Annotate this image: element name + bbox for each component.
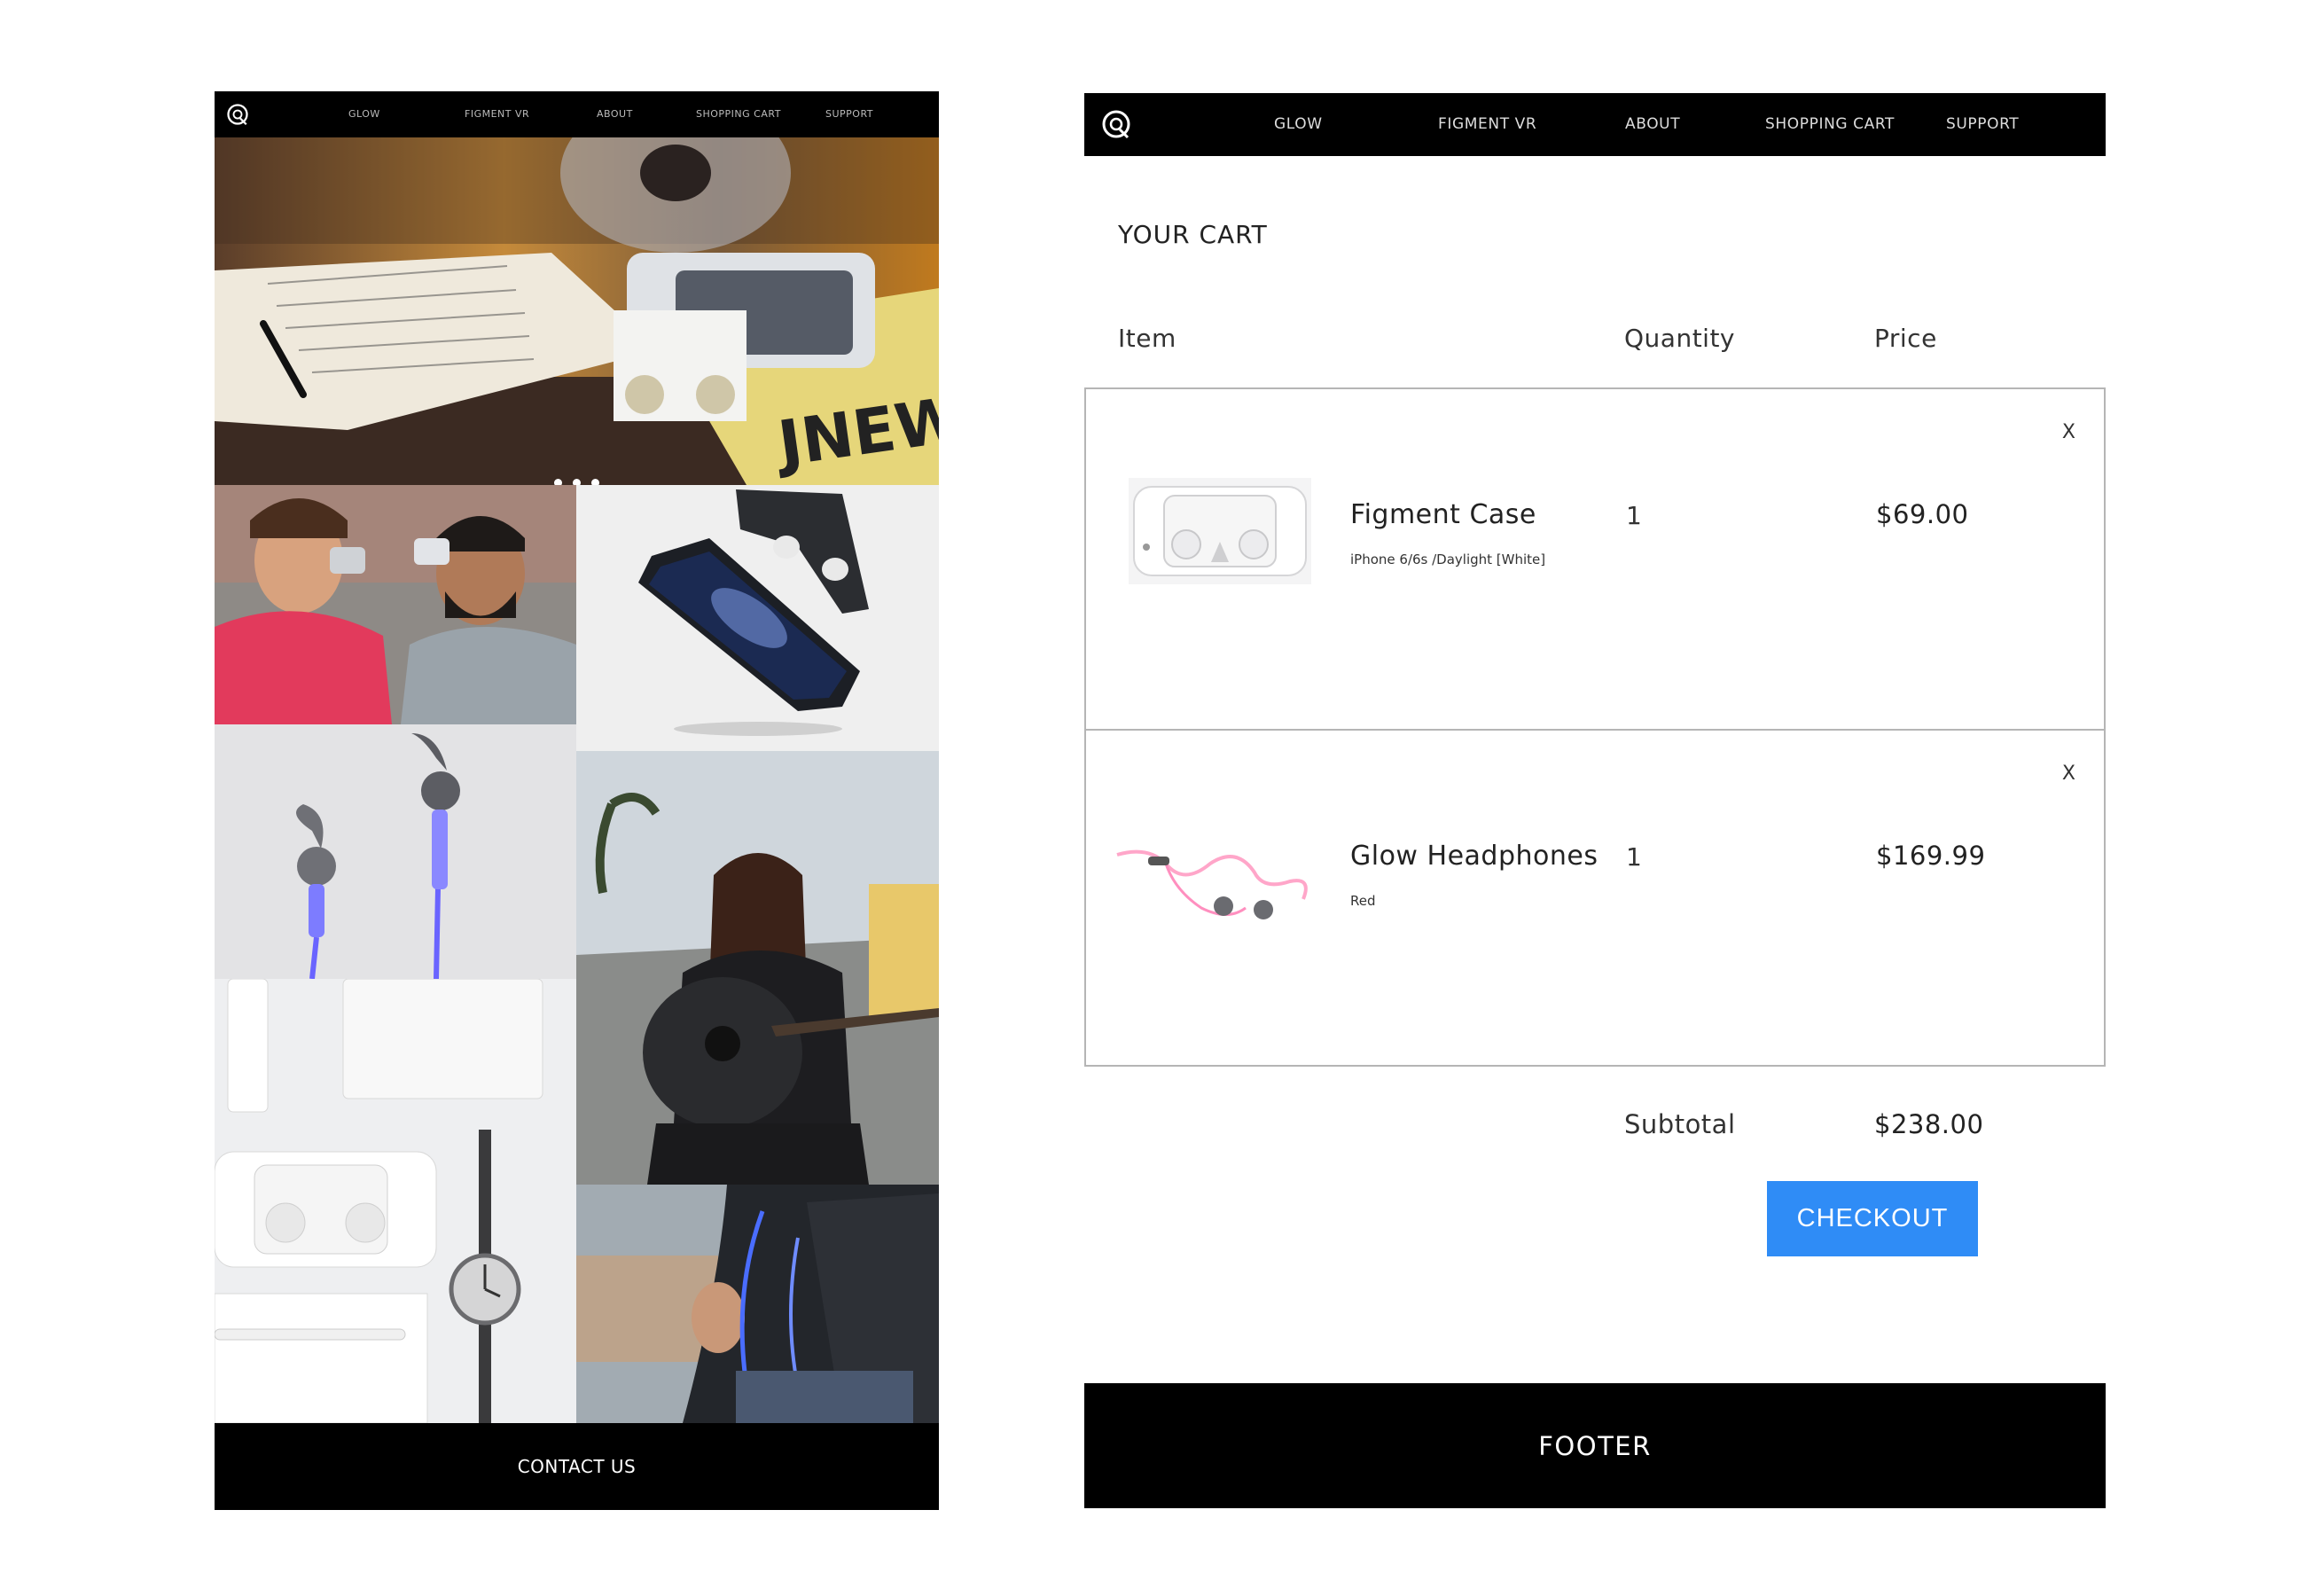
carousel-dots[interactable] xyxy=(554,479,599,485)
remove-item-button[interactable]: X xyxy=(2062,763,2075,785)
nav-item-shopping-cart[interactable]: SHOPPING CART xyxy=(696,108,781,120)
nav-item-about[interactable]: ABOUT xyxy=(597,108,633,120)
item-quantity[interactable]: 1 xyxy=(1626,842,1642,872)
figment-case-thumbnail xyxy=(1129,478,1311,584)
item-quantity[interactable]: 1 xyxy=(1626,501,1642,530)
item-price: $69.00 xyxy=(1876,499,1969,529)
gallery-photo-friends[interactable] xyxy=(215,485,576,724)
item-name[interactable]: Glow Headphones xyxy=(1350,841,1598,872)
column-header-quantity: Quantity xyxy=(1624,324,1735,353)
carousel-dot-2[interactable] xyxy=(573,479,581,485)
gallery-photo-glow-headphones[interactable] xyxy=(215,724,576,979)
glow-headphones-thumbnail xyxy=(1113,837,1317,935)
item-variant: Red xyxy=(1350,893,1376,909)
cart-item: X Glow Headphones Red 1 $169.99 xyxy=(1086,729,2104,1068)
hero-carousel[interactable]: JNEW xyxy=(215,137,939,485)
gallery-photo-vr-case[interactable] xyxy=(576,485,939,751)
brand-logo-icon[interactable] xyxy=(1098,106,1134,142)
checkout-button[interactable]: CHECKOUT xyxy=(1767,1181,1978,1256)
nav-item-figment-vr[interactable]: FIGMENT VR xyxy=(465,108,529,120)
guitar-woman-image xyxy=(576,751,939,1185)
vr-case-image xyxy=(576,485,939,751)
subtotal-value: $238.00 xyxy=(1874,1109,1984,1139)
remove-item-button[interactable]: X xyxy=(2062,421,2075,443)
top-nav: GLOW FIGMENT VR ABOUT SHOPPING CART SUPP… xyxy=(215,91,939,137)
cart-page-mockup: GLOW FIGMENT VR ABOUT SHOPPING CART SUPP… xyxy=(1084,93,2106,1512)
gallery-photo-accessories[interactable] xyxy=(215,979,576,1423)
gallery-photo-man-headphones[interactable] xyxy=(576,1185,939,1423)
nav-item-support[interactable]: SUPPORT xyxy=(1946,115,2019,133)
accessories-image xyxy=(215,979,576,1423)
hero-image: JNEW xyxy=(215,137,939,485)
item-name[interactable]: Figment Case xyxy=(1350,499,1536,530)
item-price: $169.99 xyxy=(1876,841,1986,871)
glow-headphones-image xyxy=(215,724,576,979)
column-header-item: Item xyxy=(1118,324,1176,353)
cart-item: X Figment Case iPhone 6/6s /Daylight [Wh… xyxy=(1086,389,2104,729)
nav-item-glow[interactable]: GLOW xyxy=(348,108,380,120)
gallery-photo-guitar-woman[interactable] xyxy=(576,751,939,1185)
nav-item-support[interactable]: SUPPORT xyxy=(825,108,873,120)
subtotal-label: Subtotal xyxy=(1624,1109,1736,1139)
footer-bar: FOOTER xyxy=(1084,1383,2106,1508)
brand-logo-icon[interactable] xyxy=(224,101,251,128)
top-nav: GLOW FIGMENT VR ABOUT SHOPPING CART SUPP… xyxy=(1084,93,2106,156)
nav-item-shopping-cart[interactable]: SHOPPING CART xyxy=(1765,115,1895,133)
page-title: YOUR CART xyxy=(1118,220,1268,249)
nav-item-figment-vr[interactable]: FIGMENT VR xyxy=(1438,115,1536,133)
contact-us-bar[interactable]: CONTACT US xyxy=(215,1423,939,1510)
carousel-dot-1[interactable] xyxy=(554,479,562,485)
column-header-price: Price xyxy=(1874,324,1937,353)
friends-image xyxy=(215,485,576,724)
cart-items-list: X Figment Case iPhone 6/6s /Daylight [Wh… xyxy=(1084,387,2106,1067)
item-variant: iPhone 6/6s /Daylight [White] xyxy=(1350,552,1546,567)
home-page-mockup: GLOW FIGMENT VR ABOUT SHOPPING CART SUPP… xyxy=(215,91,939,1510)
nav-item-glow[interactable]: GLOW xyxy=(1274,115,1323,133)
man-headphones-image xyxy=(576,1185,939,1423)
carousel-dot-3[interactable] xyxy=(591,479,599,485)
nav-item-about[interactable]: ABOUT xyxy=(1625,115,1680,133)
